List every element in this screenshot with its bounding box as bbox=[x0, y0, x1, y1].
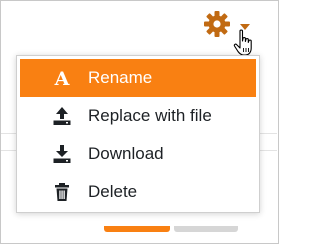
menu-item-label: Download bbox=[88, 144, 164, 163]
menu-item-replace-with-file[interactable]: Replace with file bbox=[20, 97, 256, 135]
menu-item-label: Rename bbox=[88, 68, 153, 87]
download-icon bbox=[51, 143, 73, 165]
svg-text:A: A bbox=[54, 68, 70, 88]
trash-icon bbox=[51, 181, 73, 203]
hand-pointer-cursor-icon bbox=[233, 29, 252, 56]
gear-icon[interactable] bbox=[203, 10, 231, 38]
rename-icon: A bbox=[51, 67, 73, 89]
upload-icon bbox=[51, 105, 73, 127]
menu-item-label: Delete bbox=[88, 182, 138, 201]
underlying-primary-button bbox=[104, 226, 170, 232]
underlying-secondary-button bbox=[174, 226, 238, 232]
menu-item-download[interactable]: Download bbox=[20, 135, 256, 173]
menu-item-rename[interactable]: A Rename bbox=[20, 59, 256, 97]
actions-dropdown-menu: A Rename Replace with file Download Dele… bbox=[16, 55, 260, 213]
menu-item-delete[interactable]: Delete bbox=[20, 173, 256, 211]
menu-item-label: Replace with file bbox=[88, 106, 212, 125]
